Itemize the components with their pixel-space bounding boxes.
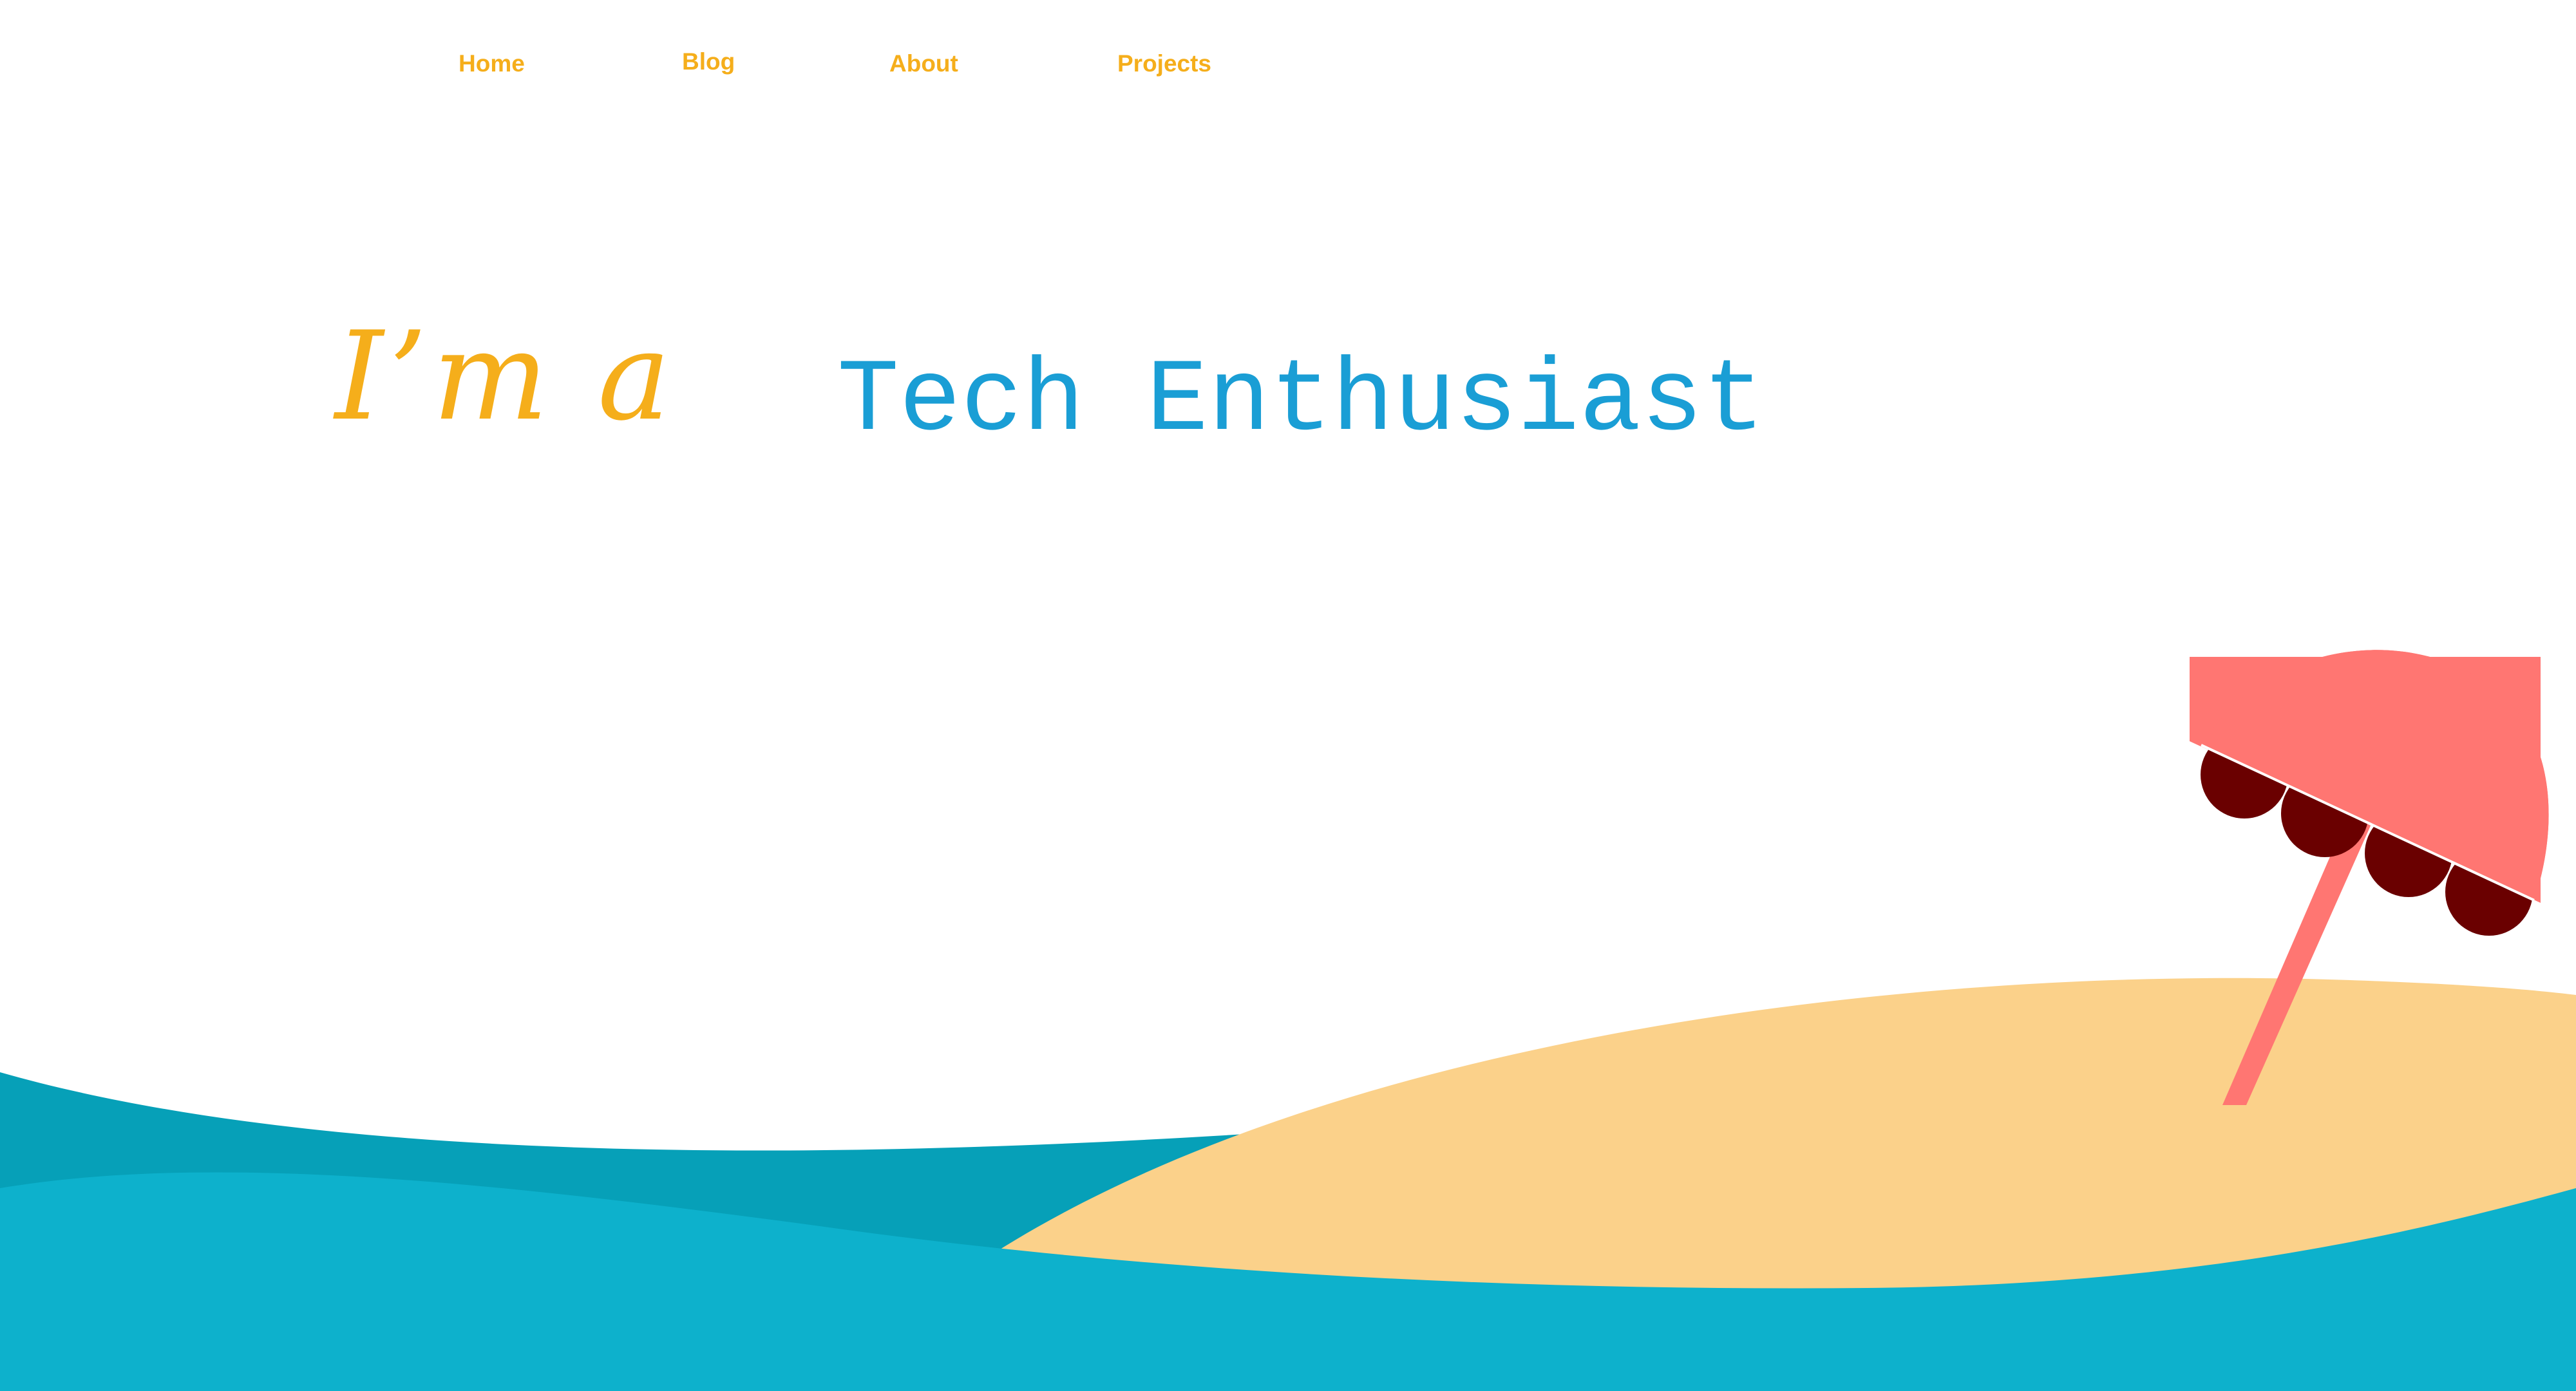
umbrella-scallop [2365,809,2452,897]
nav-projects-link[interactable]: Projects [1117,50,1211,78]
sand-island [995,978,2576,1297]
nav-about-link[interactable]: About [889,50,958,78]
umbrella-canopy [2201,650,2549,900]
main-nav: Home Blog About Projects [0,0,2576,142]
umbrella-rim [2201,744,2535,902]
umbrella-scallop [2201,731,2288,819]
hero-intro-text: I’m a [335,305,676,448]
sea-front-wave [0,1172,2576,1391]
umbrella-scallop-mask [2190,657,2541,903]
nav-home-link[interactable]: Home [459,50,525,78]
hero-role-text: Tech Enthusiast [837,344,1765,460]
beach-scene [0,650,2576,1391]
umbrella-scallop [2281,770,2369,857]
umbrella-pole [2222,802,2376,1105]
umbrella-canopy-top [2201,650,2549,900]
page: Home Blog About Projects I’m a Tech Enth… [0,0,2576,1391]
nav-blog-link[interactable]: Blog [682,48,735,76]
hero-heading: I’m a Tech Enthusiast [335,303,1816,483]
umbrella-scallop [2445,848,2533,936]
beach-umbrella-icon [2190,650,2549,936]
sea-back-wave [0,1072,1256,1391]
